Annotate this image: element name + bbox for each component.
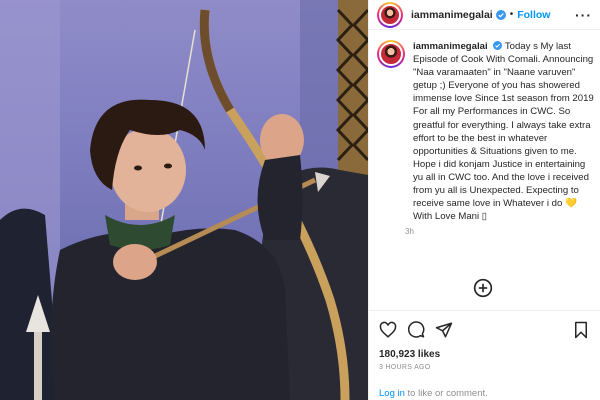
caption-signoff: With Love Mani ▯ [413,211,488,223]
post-timestamp[interactable]: 3 HOURS AGO [379,364,590,371]
caption-avatar[interactable] [377,40,405,68]
bookmark-icon[interactable] [572,321,590,339]
separator-dot: • [509,9,514,20]
caption-body: iammanimegalai Today s My last Episode o… [405,40,595,236]
caption-username[interactable]: iammanimegalai [413,41,488,52]
action-icons-row [379,319,590,341]
post-actions: 180,923 likes 3 HOURS AGO [369,310,600,371]
photo-illustration [0,0,368,400]
add-circle-icon[interactable] [473,278,493,298]
share-icon[interactable] [435,321,453,339]
login-link[interactable]: Log in [379,388,405,399]
verified-badge-icon [495,9,506,20]
post-photo[interactable] [0,0,368,400]
caption-text: iammanimegalai Today s My last Episode o… [413,40,595,223]
caption-block: iammanimegalai Today s My last Episode o… [377,40,594,236]
post-header: iammanimegalai • Follow ··· [369,0,600,30]
login-prompt-text: to like or comment. [404,388,488,399]
caption-content: Today s My last Episode of Cook With Com… [413,41,594,210]
login-prompt: Log in to like or comment. [379,388,488,399]
follow-button[interactable]: Follow [517,9,550,21]
post-side-panel: iammanimegalai • Follow ··· iammanimegal… [368,0,600,400]
comment-icon[interactable] [407,321,425,339]
heart-icon[interactable] [379,321,397,339]
avatar[interactable] [377,1,403,28]
likes-count[interactable]: 180,923 likes [379,349,590,360]
username-link[interactable]: iammanimegalai [411,9,493,21]
more-horizontal-icon[interactable]: ··· [575,7,592,23]
caption-time: 3h [405,227,414,237]
yellow-heart-emoji: 💛 [564,198,577,210]
verified-badge-icon [493,41,503,50]
